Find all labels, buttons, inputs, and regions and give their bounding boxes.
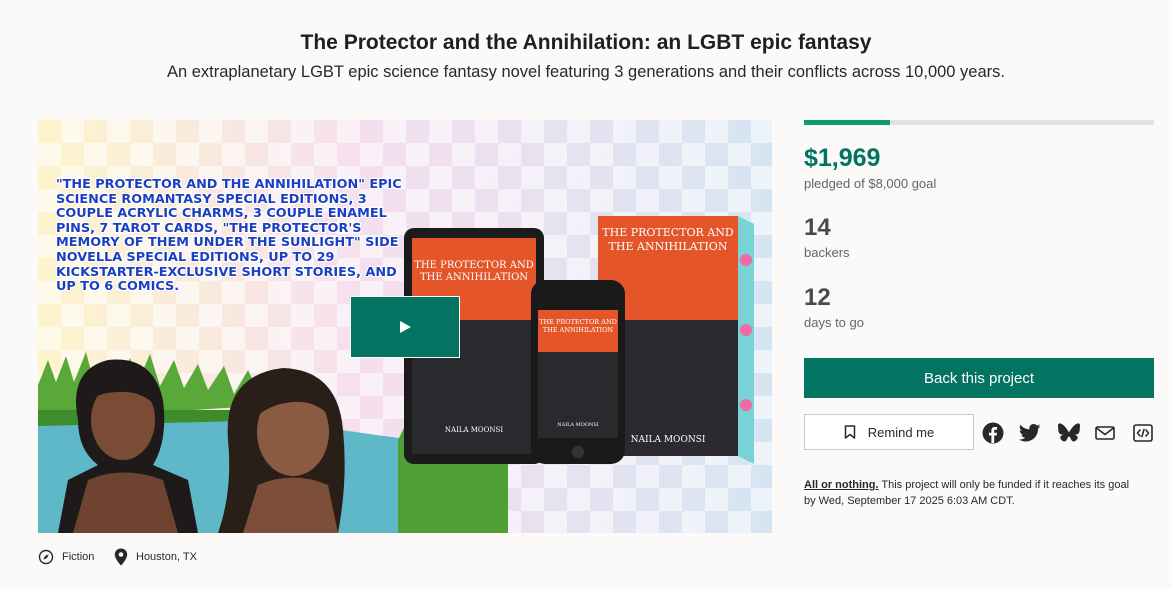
svg-text:NAILA MOONSI: NAILA MOONSI: [445, 426, 503, 434]
all-or-nothing-link[interactable]: All or nothing.: [804, 479, 879, 491]
days-label: days to go: [804, 315, 864, 330]
svg-text:THE PROTECTOR AND: THE PROTECTOR AND: [539, 318, 617, 326]
embed-share[interactable]: [1131, 421, 1155, 445]
funding-progress-fill: [804, 120, 891, 125]
location-link[interactable]: Houston, TX: [114, 548, 197, 566]
svg-text:THE ANNIHILATION: THE ANNIHILATION: [609, 240, 728, 253]
play-icon: [400, 321, 411, 333]
days-remaining: 12: [804, 284, 831, 311]
play-button[interactable]: [350, 296, 460, 358]
compass-icon: [38, 549, 54, 565]
project-title: The Protector and the Annihilation: an L…: [300, 31, 872, 54]
svg-text:THE PROTECTOR AND: THE PROTECTOR AND: [414, 260, 534, 271]
remind-me-button[interactable]: Remind me: [804, 414, 974, 450]
location-label: Houston, TX: [136, 551, 197, 563]
svg-text:NAILA MOONSI: NAILA MOONSI: [631, 435, 706, 445]
facebook-icon: [982, 422, 1004, 444]
funding-note-text-1: This project will only be funded if it r…: [878, 479, 1130, 491]
twitter-share[interactable]: [1018, 421, 1042, 445]
funding-note: All or nothing. This project will only b…: [804, 477, 1154, 509]
remind-me-label: Remind me: [867, 424, 935, 440]
backers-count: 14: [804, 214, 831, 241]
back-project-button[interactable]: Back this project: [804, 358, 1154, 398]
bluesky-icon: [1058, 423, 1080, 442]
svg-text:THE ANNIHILATION: THE ANNIHILATION: [543, 326, 614, 334]
project-video[interactable]: THE PROTECTOR AND THE ANNIHILATION NAILA…: [38, 120, 772, 533]
category-link[interactable]: Fiction: [38, 548, 94, 566]
svg-text:NAILA MOONSI: NAILA MOONSI: [557, 422, 599, 428]
bookmark-icon: [844, 425, 856, 439]
pledged-amount: $1,969: [804, 144, 881, 172]
facebook-share[interactable]: [981, 421, 1005, 445]
category-label: Fiction: [62, 551, 95, 563]
funding-note-text-2: by Wed, September 17 2025 6:03 AM CDT.: [804, 495, 1015, 507]
funding-progress-bar: [804, 120, 1154, 125]
map-pin-icon: [114, 548, 128, 566]
email-share[interactable]: [1093, 421, 1117, 445]
embed-icon: [1133, 424, 1153, 442]
bluesky-share[interactable]: [1057, 421, 1081, 445]
email-icon: [1095, 426, 1115, 440]
project-subtitle: An extraplanetary LGBT epic science fant…: [166, 63, 1005, 81]
svg-text:THE ANNIHILATION: THE ANNIHILATION: [420, 272, 528, 283]
promo-text: "The Protector and the Annihilation" epi…: [56, 177, 402, 295]
svg-text:THE PROTECTOR AND: THE PROTECTOR AND: [602, 226, 734, 239]
backers-label: backers: [804, 245, 850, 260]
pledged-goal-label: pledged of $8,000 goal: [804, 176, 937, 191]
twitter-icon: [1019, 424, 1041, 442]
